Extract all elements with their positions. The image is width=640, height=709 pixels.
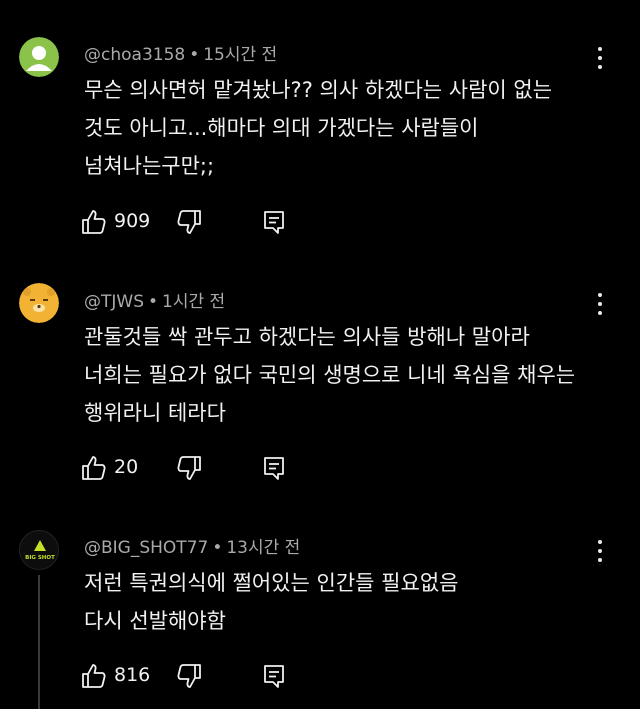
- comment-author[interactable]: @BIG_SHOT77: [84, 538, 208, 558]
- like-count: 20: [114, 456, 139, 478]
- comment-text: 저런 특권의식에 쩔어있는 인간들 필요없음 다시 선발해야함: [84, 571, 459, 633]
- more-options-icon[interactable]: [590, 536, 610, 566]
- comment-actions: 909: [80, 206, 310, 240]
- more-options-icon[interactable]: [590, 43, 610, 73]
- meta-separator: •: [189, 45, 200, 65]
- dislike-button[interactable]: [175, 206, 205, 240]
- thumbs-up-icon: [82, 210, 106, 234]
- reply-button[interactable]: [260, 660, 290, 694]
- comment-text: 관둘것들 싹 관두고 하겠다는 의사들 방해나 말아라 너희는 필요가 없다 국…: [84, 325, 576, 425]
- thumbs-down-icon: [177, 210, 201, 234]
- comment-actions: 20: [80, 452, 310, 486]
- like-button[interactable]: 20: [80, 452, 160, 486]
- reply-button[interactable]: [260, 452, 290, 486]
- dislike-button[interactable]: [175, 660, 205, 694]
- big-shot-logo-icon: BIG SHOT: [25, 540, 55, 561]
- comment-author[interactable]: @choa3158: [84, 45, 185, 65]
- comment-meta: @BIG_SHOT77 • 13시간 전: [84, 533, 300, 558]
- thumbs-down-icon: [177, 664, 201, 688]
- reply-thread-line: [38, 575, 40, 709]
- dislike-button[interactable]: [175, 452, 205, 486]
- comment-text: 무슨 의사면허 맡겨놨나?? 의사 하겠다는 사람이 없는 것도 아니고...해…: [84, 78, 553, 178]
- meta-separator: •: [212, 538, 223, 558]
- comment-time[interactable]: 1시간 전: [162, 292, 225, 312]
- comment-actions: 816: [80, 660, 310, 694]
- avatar[interactable]: BIG SHOT: [19, 530, 59, 570]
- comment-meta: @choa3158 • 15시간 전: [84, 40, 277, 65]
- like-count: 909: [114, 210, 151, 232]
- thumbs-up-icon: [82, 456, 106, 480]
- comment-author[interactable]: @TJWS: [84, 292, 144, 312]
- avatar[interactable]: [19, 283, 59, 323]
- comment-time[interactable]: 15시간 전: [203, 45, 277, 65]
- reply-icon: [264, 665, 284, 688]
- bear-face-icon: [19, 283, 59, 323]
- avatar-logo-text: BIG SHOT: [25, 555, 55, 561]
- thumbs-up-icon: [82, 664, 106, 688]
- reply-icon: [264, 211, 284, 234]
- more-options-icon[interactable]: [590, 289, 610, 319]
- reply-button[interactable]: [260, 206, 290, 240]
- thumbs-down-icon: [177, 456, 201, 480]
- comment-meta: @TJWS • 1시간 전: [84, 287, 225, 312]
- like-count: 816: [114, 664, 151, 686]
- like-button[interactable]: 909: [80, 206, 160, 240]
- meta-separator: •: [148, 292, 159, 312]
- default-avatar-icon: [19, 37, 59, 77]
- comment-time[interactable]: 13시간 전: [226, 538, 300, 558]
- avatar[interactable]: [19, 37, 59, 77]
- reply-icon: [264, 457, 284, 480]
- like-button[interactable]: 816: [80, 660, 160, 694]
